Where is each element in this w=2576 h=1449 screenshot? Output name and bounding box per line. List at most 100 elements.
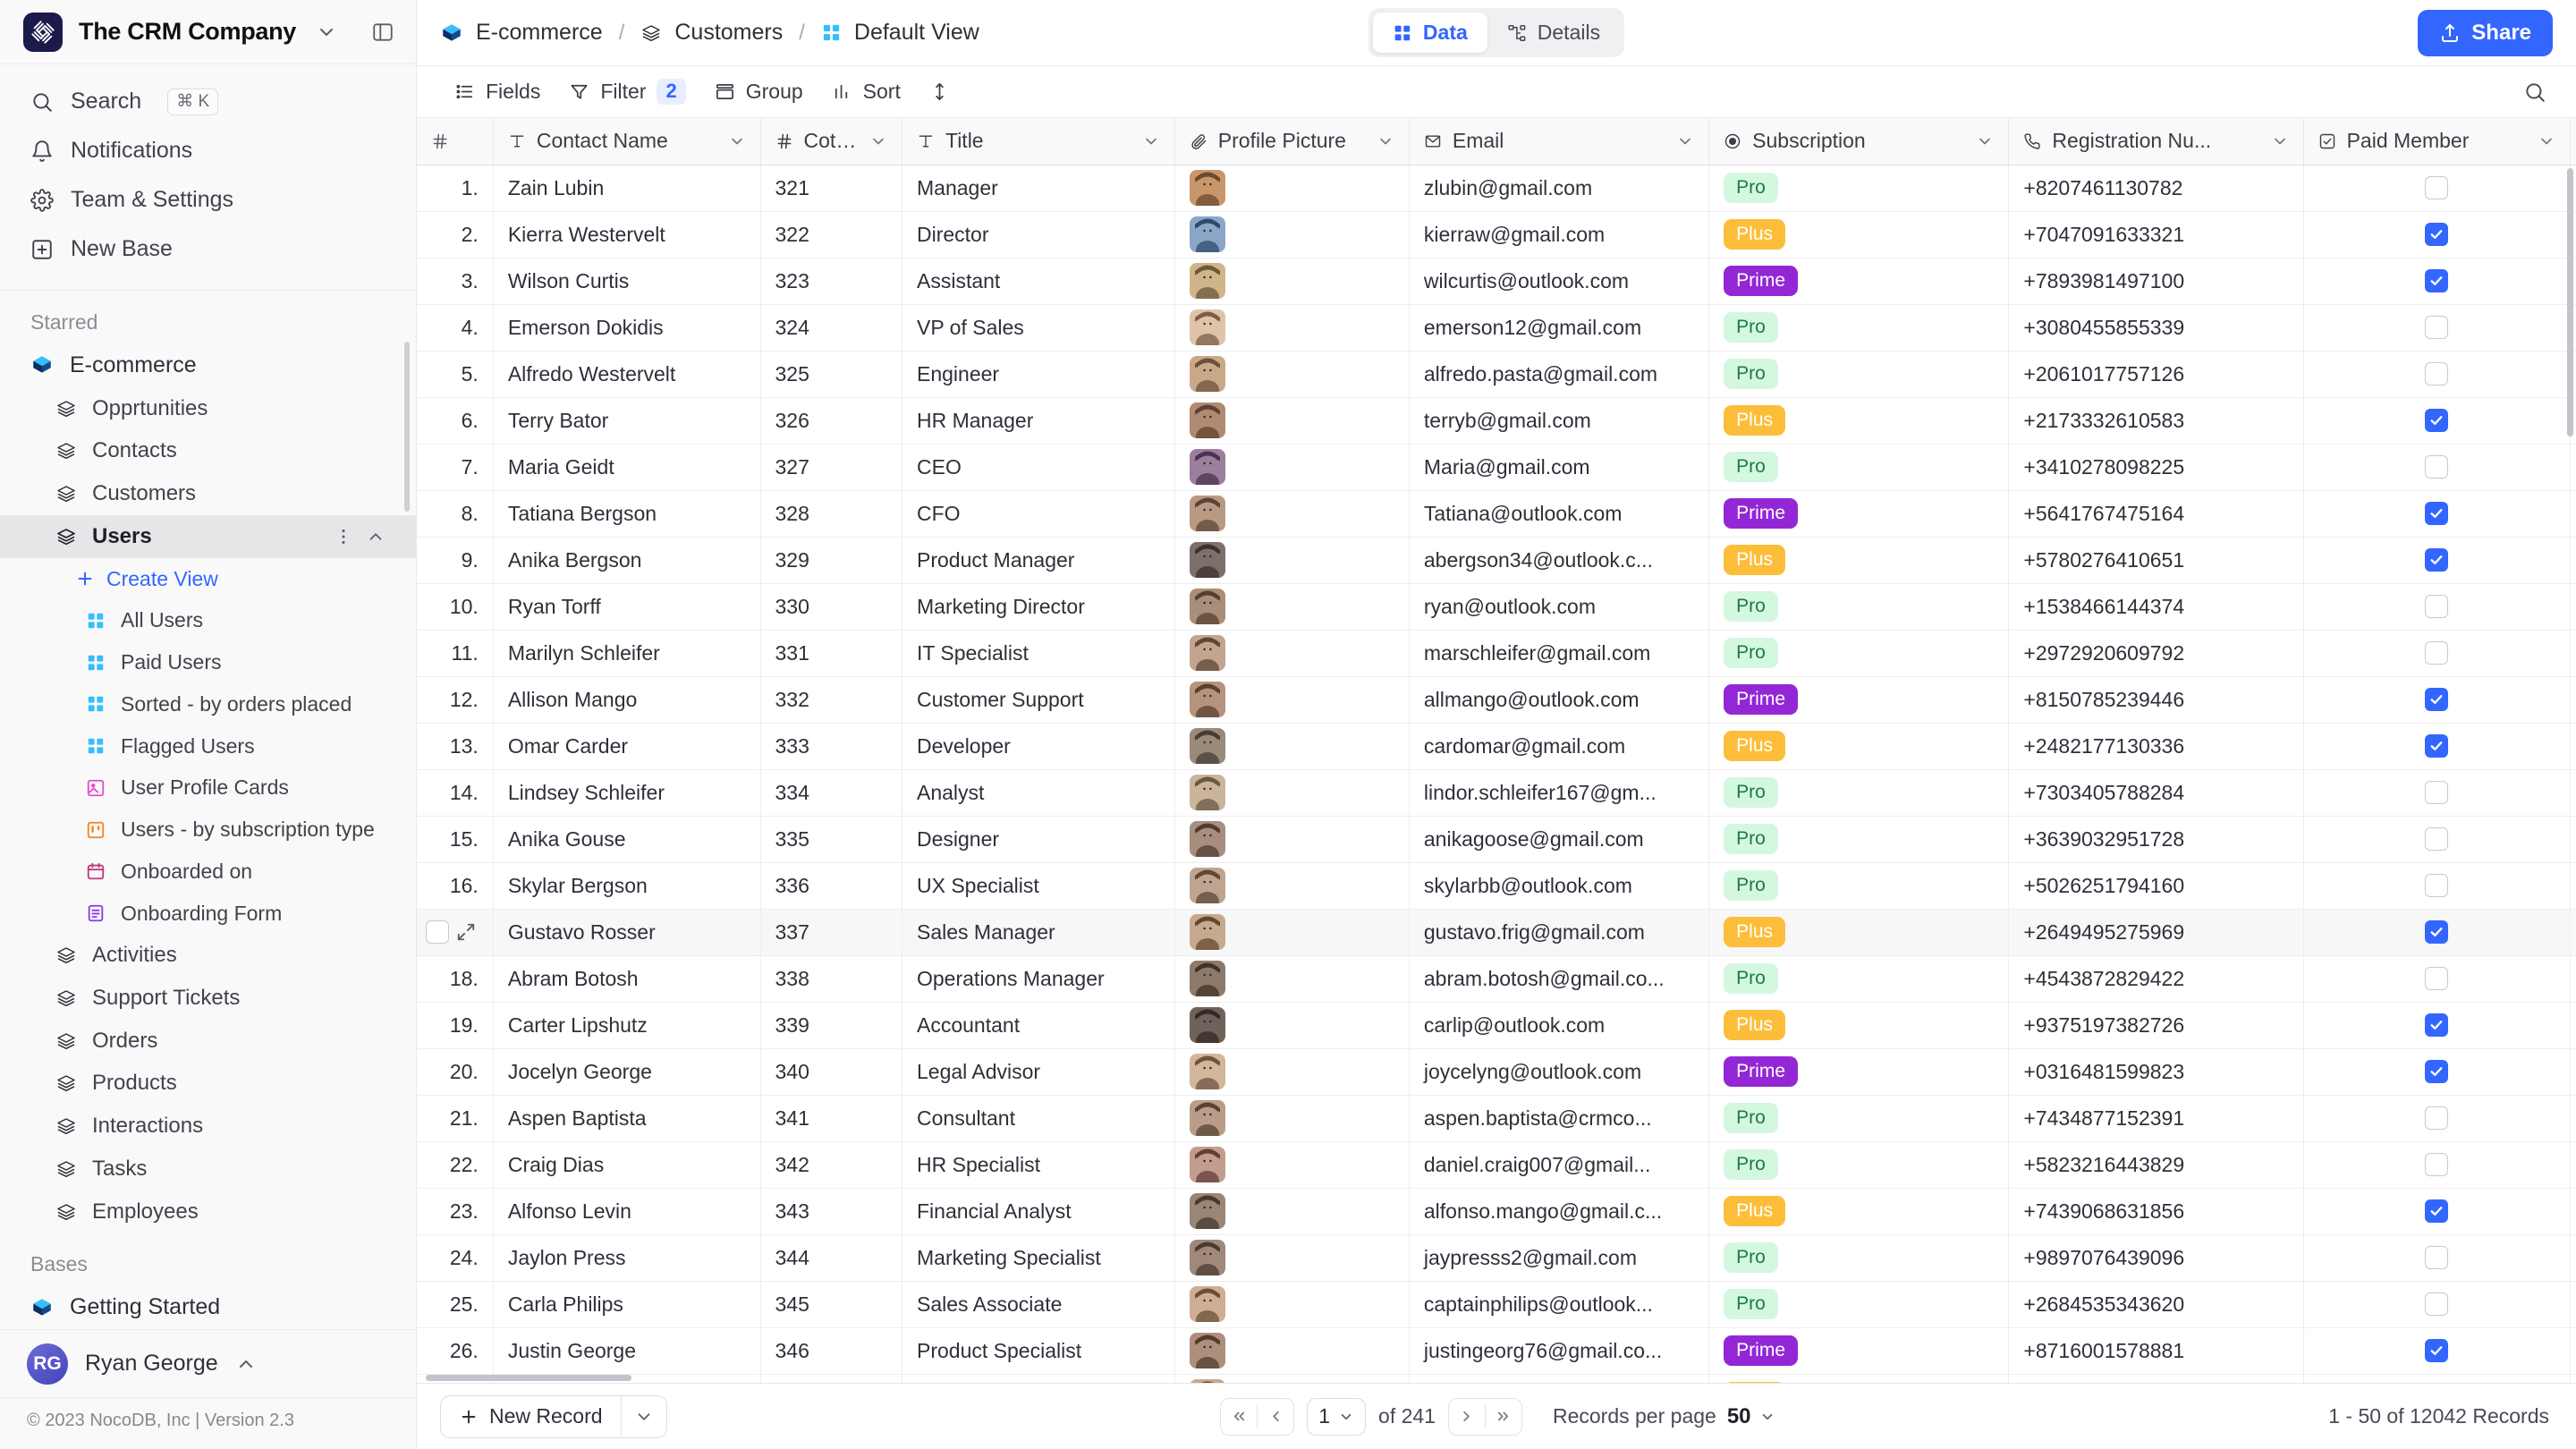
table-row[interactable]: 15. Anika Gouse 335 Designer anikagoose@gmai… [417,816,2576,863]
paid-member-checkbox[interactable] [2425,734,2449,758]
cell-title[interactable]: Sales Manager [902,909,1175,956]
cell-profile-picture[interactable] [1174,351,1410,398]
cell-registration-number[interactable]: +2482177130336 [2008,723,2304,770]
cell-subscription[interactable]: Prime [1708,258,2010,305]
table-row[interactable]: 8. Tatiana Bergson 328 CFO Tatiana@outlook.c… [417,490,2576,538]
cell-contact-name[interactable]: Carter Lipshutz [493,1002,761,1049]
cell-profile-picture[interactable] [1174,862,1410,910]
sidebar-table-interactions[interactable]: Interactions [0,1105,416,1148]
cell-email[interactable]: zlubin@gmail.com [1409,165,1710,212]
cell-paid-member[interactable] [2303,723,2572,770]
chevron-left-icon[interactable] [1258,1399,1293,1435]
cell-contact-name[interactable]: Abram Botosh [493,955,761,1003]
cell-profile-picture[interactable] [1174,1374,1410,1383]
cell-email[interactable]: lindor.schleifer167@gm... [1409,769,1710,817]
chevron-up-icon[interactable] [366,527,386,547]
sidebar-item-notifications[interactable]: Notifications [18,126,398,175]
tab-data[interactable]: Data [1372,13,1487,53]
paid-member-checkbox[interactable] [2425,269,2449,292]
sidebar-base-ecommerce[interactable]: E-commerce [0,343,416,387]
cell-subscription[interactable]: Pro [1708,165,2010,212]
cell-email[interactable]: joycelyng@outlook.com [1409,1048,1710,1096]
cell-email[interactable]: gustavo.frig@gmail.com [1409,909,1710,956]
cell-email[interactable]: terryb@gmail.com [1409,397,1710,445]
cell-paid-member[interactable] [2303,211,2572,258]
cell-contact-name[interactable]: Jaylon Press [493,1234,761,1282]
cell-email[interactable]: marschleifer@gmail.com [1409,630,1710,677]
cell-title[interactable]: UX Specialist [902,862,1175,910]
table-row[interactable]: 9. Anika Bergson 329 Product Manager abergso… [417,537,2576,584]
cell-contact-name[interactable]: Emerson Dokidis [493,304,761,352]
cell-registration-number[interactable]: +7047091633321 [2008,211,2304,258]
cell-paid-member[interactable] [2303,816,2572,863]
table-row[interactable]: 19. Carter Lipshutz 339 Accountant carlip@ou… [417,1002,2576,1049]
cell-registration-number[interactable]: +5641767475164 [2008,490,2304,538]
cell-title[interactable]: Assistant [902,258,1175,305]
cell-profile-picture[interactable] [1174,816,1410,863]
horizontal-scrollbar[interactable] [426,1375,631,1381]
paid-member-checkbox[interactable] [2425,502,2449,525]
cell-title[interactable]: Director [902,211,1175,258]
cell-registration-number[interactable]: +2649495275969 [2008,909,2304,956]
cell-contact-name[interactable]: Wilson Curtis [493,258,761,305]
cell-subscription[interactable]: Plus [1708,909,2010,956]
cell-postal-address[interactable]: 100 Thruway Plaza, Cheektowaga [2570,444,2576,491]
cell-subscription[interactable]: Plus [1708,537,2010,584]
cell-subscription[interactable]: Pro [1708,630,2010,677]
new-record-dropdown[interactable] [622,1396,666,1437]
cell-contact-name[interactable]: Jocelyn George [493,1048,761,1096]
cell-contact-number[interactable]: 333 [760,723,903,770]
breadcrumb-item-view[interactable]: Default View [821,20,979,46]
paid-member-checkbox[interactable] [2425,781,2449,804]
cell-registration-number[interactable]: +2173332610583 [2008,397,2304,445]
cell-registration-number[interactable]: +7303405788284 [2008,769,2304,817]
paid-member-checkbox[interactable] [2425,223,2449,246]
paid-member-checkbox[interactable] [2425,827,2449,851]
cell-title[interactable]: IT Manager [902,1374,1175,1383]
cell-title[interactable]: IT Specialist [902,630,1175,677]
filter-button[interactable]: Filter 2 [555,72,699,111]
cell-title[interactable]: Manager [902,165,1175,212]
cell-email[interactable]: leo.mad47@gmail.com [1409,1374,1710,1383]
cell-postal-address[interactable]: 72 Main St, North Reading MA [2570,490,2576,538]
table-row[interactable]: 5. Alfredo Westervelt 325 Engineer alfredo.p… [417,351,2576,398]
cell-title[interactable]: Operations Manager [902,955,1175,1003]
chevron-down-icon[interactable] [316,21,337,43]
paid-member-checkbox[interactable] [2425,874,2449,897]
cell-registration-number[interactable]: +3410278098225 [2008,444,2304,491]
cell-postal-address[interactable]: 1000 State Route 36, Hornell NY [2570,909,2576,956]
cell-postal-address[interactable]: 901 Route 110, Farmingdale NY [2570,1095,2576,1142]
cell-postal-address[interactable]: 279 Troy Road, East Greenbush [2570,1048,2576,1096]
cell-profile-picture[interactable] [1174,165,1410,212]
paid-member-checkbox[interactable] [2425,455,2449,479]
cell-title[interactable]: Designer [902,816,1175,863]
sidebar-item-team-settings[interactable]: Team & Settings [18,175,398,225]
table-row[interactable]: 2. Kierra Westervelt 322 Director kierraw@gm… [417,211,2576,258]
cell-contact-number[interactable]: 344 [760,1234,903,1282]
cell-registration-number[interactable]: +9375197382726 [2008,1002,2304,1049]
row-index-cell[interactable]: 10. [417,583,494,631]
table-row[interactable]: 11. Marilyn Schleifer 331 IT Specialist mars… [417,630,2576,677]
chevron-down-icon[interactable] [1976,132,1994,150]
cell-title[interactable]: Marketing Director [902,583,1175,631]
cell-contact-number[interactable]: 322 [760,211,903,258]
double-chevron-left-icon[interactable] [1221,1399,1257,1435]
cell-subscription[interactable]: Plus [1708,1188,2010,1235]
cell-title[interactable]: Engineer [902,351,1175,398]
cell-title[interactable]: Sales Associate [902,1281,1175,1328]
cell-contact-name[interactable]: Lindsey Schleifer [493,769,761,817]
cell-subscription[interactable]: Pro [1708,769,2010,817]
paid-member-checkbox[interactable] [2425,1013,2449,1037]
create-view-button[interactable]: Create View [0,558,416,600]
row-index-cell[interactable]: 18. [417,955,494,1003]
column-header-email[interactable]: Email [1409,118,1710,165]
row-index-cell[interactable]: 6. [417,397,494,445]
cell-registration-number[interactable]: +2972920609792 [2008,630,2304,677]
cell-contact-number[interactable]: 341 [760,1095,903,1142]
cell-registration-number[interactable]: +0316481599823 [2008,1048,2304,1096]
cell-profile-picture[interactable] [1174,1281,1410,1328]
cell-profile-picture[interactable] [1174,304,1410,352]
cell-title[interactable]: HR Manager [902,397,1175,445]
cell-profile-picture[interactable] [1174,583,1410,631]
row-index-cell[interactable]: 8. [417,490,494,538]
